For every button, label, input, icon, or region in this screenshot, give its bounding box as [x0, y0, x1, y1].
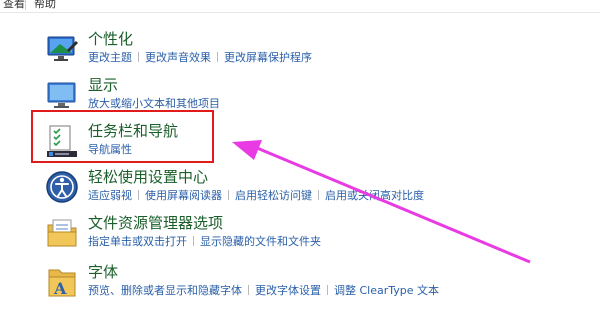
link-access-keys[interactable]: 启用轻松访问键 [235, 189, 312, 202]
menu-help[interactable]: 帮助 [34, 0, 56, 11]
category-file-explorer-options: 文件资源管理器选项 指定单击或双击打开 显示隐藏的文件和文件夹 [45, 214, 585, 254]
category-title-display[interactable]: 显示 [88, 76, 118, 94]
link-screen-reader[interactable]: 使用屏幕阅读器 [145, 189, 222, 202]
link-change-theme[interactable]: 更改主题 [88, 51, 132, 64]
category-title-ease-of-access[interactable]: 轻松使用设置中心 [88, 168, 208, 186]
category-links: 适应弱视 使用屏幕阅读器 启用轻松访问键 启用或关闭高对比度 [88, 189, 424, 203]
link-preview-fonts[interactable]: 预览、删除或者显示和隐藏字体 [88, 284, 242, 297]
link-zoom-text[interactable]: 放大或缩小文本和其他项目 [88, 97, 220, 110]
category-fonts: A 字体 预览、删除或者显示和隐藏字体 更改字体设置 调整 ClearType 文本 [45, 263, 585, 303]
link-high-contrast[interactable]: 启用或关闭高对比度 [325, 189, 424, 202]
category-links: 预览、删除或者显示和隐藏字体 更改字体设置 调整 ClearType 文本 [88, 284, 439, 298]
link-separator [248, 285, 249, 295]
category-ease-of-access: 轻松使用设置中心 适应弱视 使用屏幕阅读器 启用轻松访问键 启用或关闭高对比度 [45, 168, 585, 208]
svg-text:A: A [53, 279, 67, 298]
link-separator [138, 190, 139, 200]
menu-separator [25, 0, 26, 10]
link-change-screensaver[interactable]: 更改屏幕保护程序 [224, 51, 312, 64]
category-title-fonts[interactable]: 字体 [88, 263, 118, 281]
category-title-file-explorer[interactable]: 文件资源管理器选项 [88, 214, 223, 232]
menu-bar: 查看 帮助 [0, 0, 600, 13]
link-low-vision[interactable]: 适应弱视 [88, 189, 132, 202]
display-icon[interactable] [45, 78, 79, 112]
category-personalization: 个性化 更改主题 更改声音效果 更改屏幕保护程序 [45, 30, 585, 70]
category-links: 放大或缩小文本和其他项目 [88, 97, 220, 111]
link-separator [138, 52, 139, 62]
fonts-icon[interactable]: A [45, 265, 79, 299]
ease-of-access-icon[interactable] [45, 170, 79, 204]
link-separator [327, 285, 328, 295]
menu-view[interactable]: 查看 [3, 0, 25, 11]
link-separator [217, 52, 218, 62]
category-links: 指定单击或双击打开 显示隐藏的文件和文件夹 [88, 235, 321, 249]
link-change-sounds[interactable]: 更改声音效果 [145, 51, 211, 64]
link-separator [193, 236, 194, 246]
link-single-double-click[interactable]: 指定单击或双击打开 [88, 235, 187, 248]
link-cleartype[interactable]: 调整 ClearType 文本 [334, 284, 439, 297]
link-separator [318, 190, 319, 200]
link-separator [228, 190, 229, 200]
annotation-highlight-box [31, 110, 214, 163]
category-links: 更改主题 更改声音效果 更改屏幕保护程序 [88, 51, 312, 65]
link-font-settings[interactable]: 更改字体设置 [255, 284, 321, 297]
category-title-personalization[interactable]: 个性化 [88, 30, 133, 48]
folder-options-icon[interactable] [45, 216, 79, 250]
link-show-hidden-files[interactable]: 显示隐藏的文件和文件夹 [200, 235, 321, 248]
personalization-icon[interactable] [45, 32, 79, 66]
